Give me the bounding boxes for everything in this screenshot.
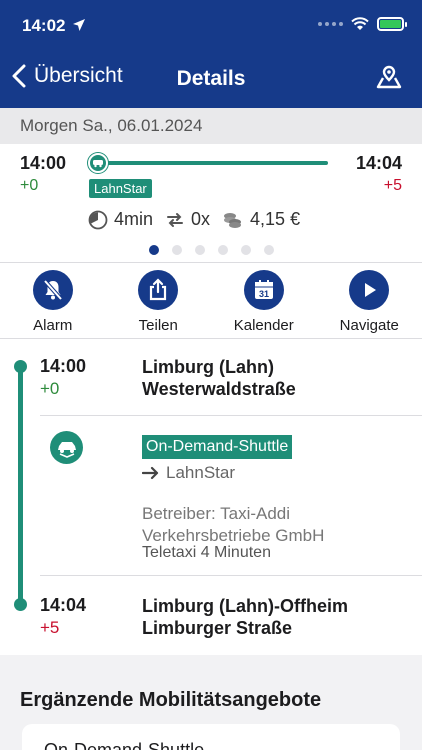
origin-name-line1: Limburg (Lahn): [142, 357, 274, 377]
map-button[interactable]: [376, 64, 402, 95]
origin-delay: +0: [40, 379, 60, 398]
leg-destination: LahnStar: [142, 463, 235, 483]
origin-stop[interactable]: Limburg (Lahn) Westerwaldstraße: [142, 356, 296, 400]
page-dot[interactable]: [263, 245, 274, 255]
top-bar: 14:02 Übersicht Details: [0, 0, 422, 108]
duration-stat: 4min: [88, 209, 153, 230]
arrival-delay: +5: [383, 177, 402, 194]
timeline-line: [18, 366, 23, 604]
date-bar: Morgen Sa., 06.01.2024: [0, 108, 422, 144]
page-dot[interactable]: [148, 245, 159, 255]
calendar-day: 31: [259, 289, 269, 299]
destination-time: 14:04: [40, 595, 87, 615]
destination-stop[interactable]: Limburg (Lahn)-Offheim Limburger Straße: [142, 595, 348, 639]
leg-type-chip: On-Demand-Shuttle: [142, 435, 293, 459]
location-arrow-icon: [73, 19, 85, 31]
cellular-signal-icon: [318, 22, 343, 26]
share-icon: [150, 278, 167, 301]
battery-icon: [377, 17, 407, 31]
page-dot[interactable]: [240, 245, 251, 255]
page-dot[interactable]: [217, 245, 228, 255]
action-bar: Alarm Teilen 31 Kalender Navigate: [0, 262, 422, 339]
trip-stats: 4min 0x 4,15 €: [88, 209, 312, 230]
operator-line1: Betreiber: Taxi-Addi: [142, 504, 291, 523]
arrival-time: 14:04: [355, 153, 402, 173]
leg-operator: Betreiber: Taxi-Addi Verkehrsbetriebe Gm…: [142, 503, 324, 547]
wifi-icon: [351, 17, 369, 30]
transfers-stat: 0x: [165, 209, 210, 230]
chevron-left-icon: [12, 64, 26, 88]
alarm-button[interactable]: Alarm: [0, 263, 106, 338]
share-label: Teilen: [138, 317, 178, 334]
alarm-label: Alarm: [33, 317, 73, 334]
shuttle-icon: [88, 153, 108, 173]
share-button[interactable]: Teilen: [106, 263, 212, 338]
destination-delay: +5: [40, 618, 60, 637]
calendar-icon: 31: [254, 280, 273, 299]
line-chip: LahnStar: [89, 179, 152, 198]
origin-time: 14:00: [40, 356, 87, 376]
route-line: [98, 161, 328, 165]
clock-icon: [88, 210, 108, 229]
page-dot[interactable]: [171, 245, 182, 255]
connection-summary[interactable]: 14:00 +0 LahnStar 14:04 +5 4min 0x 4,15 …: [0, 144, 422, 262]
duration-value: 4min: [114, 209, 154, 229]
leg-note: Teletaxi 4 Minuten: [142, 544, 271, 561]
divider: [40, 575, 422, 576]
divider: [40, 415, 422, 416]
calendar-label: Kalender: [233, 317, 294, 334]
status-time: 14:02: [22, 16, 66, 35]
destination-name-line2: Limburger Straße: [142, 618, 293, 638]
play-icon: [365, 283, 377, 297]
page-indicator[interactable]: [0, 245, 422, 255]
leg-destination-label: LahnStar: [166, 463, 235, 482]
departure-delay: +0: [20, 177, 39, 194]
price-stat: 4,15 €: [222, 209, 300, 230]
navigate-button[interactable]: Navigate: [317, 263, 422, 338]
calendar-button[interactable]: 31 Kalender: [211, 263, 317, 338]
transfers-value: 0x: [191, 209, 211, 229]
destination-name-line1: Limburg (Lahn)-Offheim: [142, 596, 348, 616]
page-dot[interactable]: [194, 245, 205, 255]
origin-name-line2: Westerwaldstraße: [142, 379, 296, 399]
mobility-card[interactable]: On-Demand-Shuttle: [22, 724, 400, 750]
price-value: 4,15 €: [250, 209, 301, 229]
mobility-card-label: On-Demand-Shuttle: [44, 740, 205, 750]
back-label: Übersicht: [34, 64, 123, 87]
arrow-right-icon: [142, 466, 159, 480]
alarm-off-icon: [43, 279, 63, 301]
map-pin-icon: [376, 65, 402, 89]
transfer-icon: [167, 212, 184, 227]
section-title: Ergänzende Mobilitätsangebote: [20, 689, 322, 711]
coins-icon: [224, 212, 242, 228]
itinerary: 14:00 +0 Limburg (Lahn) Westerwaldstraße…: [0, 339, 422, 655]
departure-time: 14:00: [20, 153, 67, 173]
back-button[interactable]: Übersicht: [12, 64, 123, 88]
timeline-origin-dot: [14, 360, 27, 373]
navigate-label: Navigate: [339, 317, 399, 334]
timeline-destination-dot: [14, 598, 27, 611]
shuttle-leg-icon: [50, 431, 83, 464]
status-indicators: [318, 17, 407, 31]
